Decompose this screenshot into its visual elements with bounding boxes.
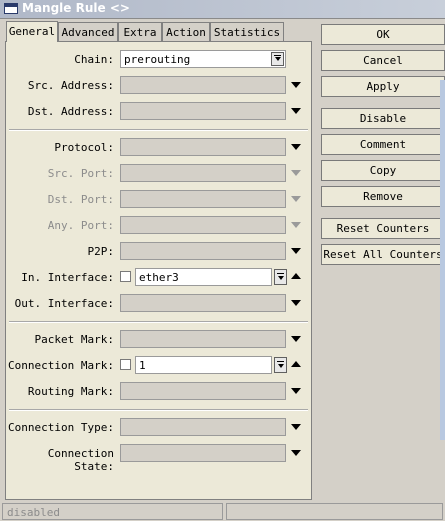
reset-counters-button[interactable]: Reset Counters [321, 218, 445, 239]
chain-select[interactable]: prerouting [120, 50, 286, 68]
status-text: disabled [7, 506, 60, 519]
protocol-label: Protocol: [54, 141, 114, 154]
divider [9, 321, 308, 323]
out-interface-expand-icon[interactable] [291, 300, 301, 306]
src-port-label: Src. Port: [47, 167, 114, 180]
p2p-field[interactable] [120, 242, 286, 260]
any-port-row: Any. Port: [6, 216, 311, 236]
connection-state-row: Connection State: [6, 444, 311, 473]
window-icon [4, 3, 18, 14]
divider [9, 409, 308, 411]
connection-state-field[interactable] [120, 444, 286, 462]
connection-state-label: Connection State: [47, 447, 114, 473]
out-interface-row: Out. Interface: [6, 294, 311, 314]
dst-address-label: Dst. Address: [27, 105, 114, 118]
connection-mark-row: Connection Mark: 1 [6, 356, 311, 376]
tab-action[interactable]: Action [162, 22, 210, 41]
general-panel: Chain: prerouting Src. Address: Dst. Add… [5, 41, 312, 500]
dst-address-field[interactable] [120, 102, 286, 120]
chain-label: Chain: [74, 53, 114, 66]
out-interface-label: Out. Interface: [14, 297, 114, 310]
connection-type-field[interactable] [120, 418, 286, 436]
routing-mark-expand-icon[interactable] [291, 388, 301, 394]
chain-dropdown-icon[interactable] [271, 52, 284, 66]
in-interface-label: In. Interface: [21, 271, 114, 284]
in-interface-select[interactable]: ether3 [135, 268, 272, 286]
scrollbar[interactable] [440, 80, 445, 440]
src-port-expand-icon [291, 170, 301, 176]
comment-button[interactable]: Comment [321, 134, 445, 155]
ok-button[interactable]: OK [321, 24, 445, 45]
chain-value: prerouting [124, 53, 191, 66]
apply-button[interactable]: Apply [321, 76, 445, 97]
packet-mark-row: Packet Mark: [6, 330, 311, 350]
packet-mark-field[interactable] [120, 330, 286, 348]
title-bar: Mangle Rule <> [0, 0, 445, 19]
disable-button[interactable]: Disable [321, 108, 445, 129]
tab-statistics[interactable]: Statistics [210, 22, 284, 41]
src-address-expand-icon[interactable] [291, 82, 301, 88]
chain-row: Chain: prerouting [6, 50, 311, 70]
tab-advanced[interactable]: Advanced [58, 22, 118, 41]
connection-state-expand-icon[interactable] [291, 450, 301, 456]
src-port-row: Src. Port: [6, 164, 311, 184]
connection-mark-collapse-icon[interactable] [291, 361, 301, 367]
in-interface-collapse-icon[interactable] [291, 273, 301, 279]
p2p-row: P2P: [6, 242, 311, 262]
connection-type-label: Connection Type: [8, 421, 114, 434]
dst-address-expand-icon[interactable] [291, 108, 301, 114]
p2p-label: P2P: [87, 245, 115, 258]
any-port-expand-icon [291, 222, 301, 228]
connection-mark-invert-checkbox[interactable] [120, 359, 131, 370]
protocol-expand-icon[interactable] [291, 144, 301, 150]
status-bar: disabled [0, 502, 445, 521]
out-interface-field[interactable] [120, 294, 286, 312]
connection-mark-select[interactable]: 1 [135, 356, 272, 374]
any-port-label: Any. Port: [47, 219, 114, 232]
tab-extra[interactable]: Extra [118, 22, 162, 41]
src-address-label: Src. Address: [27, 79, 114, 92]
remove-button[interactable]: Remove [321, 186, 445, 207]
protocol-field[interactable] [120, 138, 286, 156]
in-interface-dropdown-icon[interactable] [274, 269, 287, 285]
src-address-field[interactable] [120, 76, 286, 94]
routing-mark-label: Routing Mark: [27, 385, 114, 398]
dst-port-expand-icon [291, 196, 301, 202]
in-interface-invert-checkbox[interactable] [120, 271, 131, 282]
reset-all-counters-button[interactable]: Reset All Counters [321, 244, 445, 265]
dst-port-label: Dst. Port: [47, 193, 114, 206]
packet-mark-expand-icon[interactable] [291, 336, 301, 342]
p2p-expand-icon[interactable] [291, 248, 301, 254]
connection-mark-dropdown-icon[interactable] [274, 357, 287, 373]
cancel-button[interactable]: Cancel [321, 50, 445, 71]
dst-address-row: Dst. Address: [6, 102, 311, 122]
divider [9, 129, 308, 131]
copy-button[interactable]: Copy [321, 160, 445, 181]
routing-mark-field[interactable] [120, 382, 286, 400]
any-port-field [120, 216, 286, 234]
status-cell: disabled [2, 503, 223, 520]
protocol-row: Protocol: [6, 138, 311, 158]
routing-mark-row: Routing Mark: [6, 382, 311, 402]
packet-mark-label: Packet Mark: [34, 333, 114, 346]
in-interface-row: In. Interface: ether3 [6, 268, 311, 288]
in-interface-value: ether3 [139, 271, 179, 284]
window-title: Mangle Rule <> [22, 1, 130, 15]
tab-general[interactable]: General [6, 21, 58, 42]
dst-port-row: Dst. Port: [6, 190, 311, 210]
connection-type-row: Connection Type: [6, 418, 311, 438]
status-cell-empty [226, 503, 443, 520]
dst-port-field [120, 190, 286, 208]
src-port-field [120, 164, 286, 182]
connection-type-expand-icon[interactable] [291, 424, 301, 430]
connection-mark-label: Connection Mark: [8, 359, 114, 372]
connection-mark-value: 1 [139, 359, 146, 372]
src-address-row: Src. Address: [6, 76, 311, 96]
